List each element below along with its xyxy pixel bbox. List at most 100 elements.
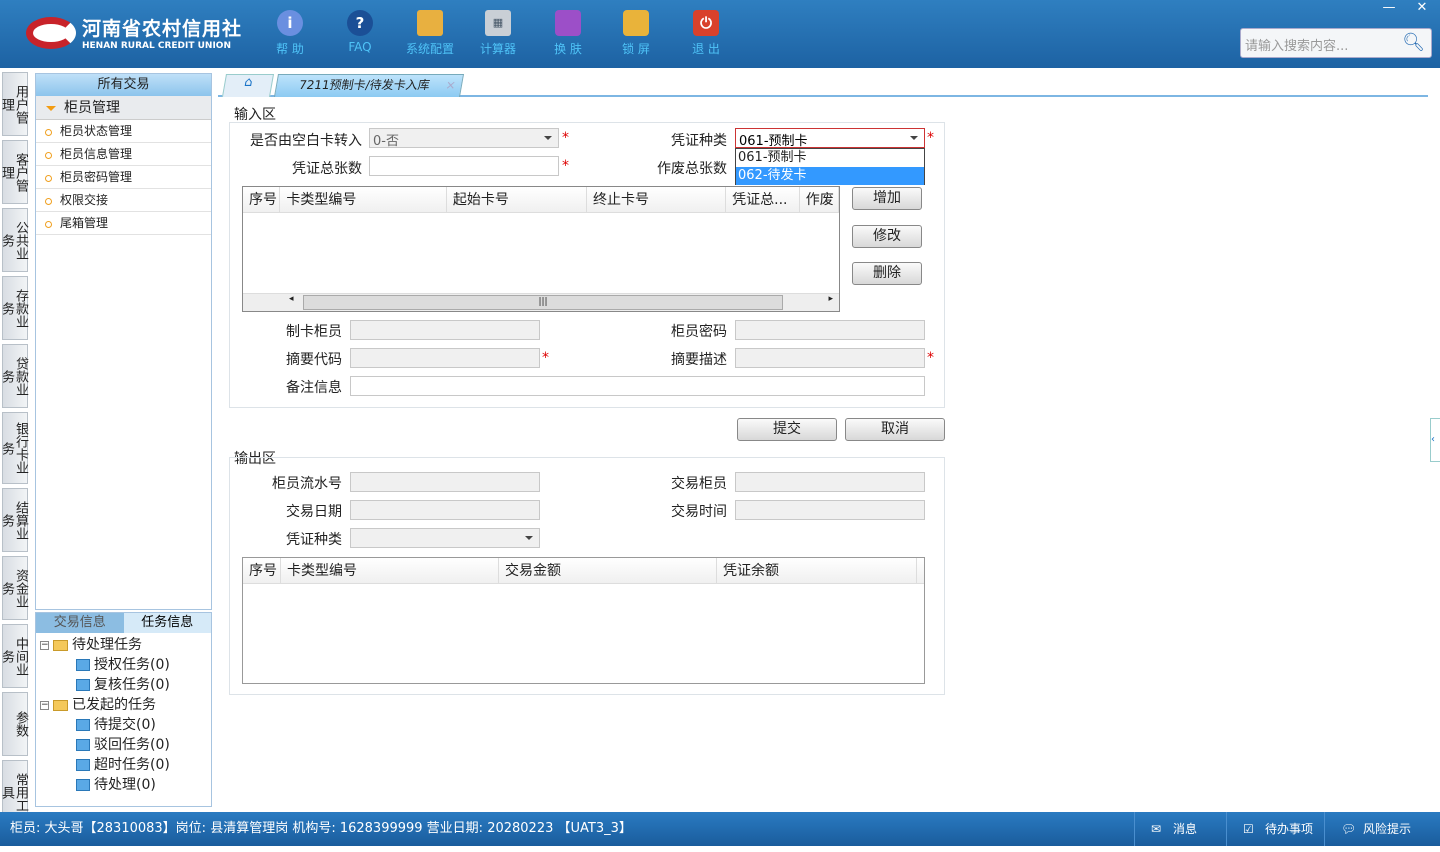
task-panel: 交易信息 任务信息 − 待处理任务 授权任务(0) 复核任务(0) − 已发起的任务 …	[35, 612, 212, 807]
date-input	[350, 500, 540, 520]
input-table: 序号 卡类型编号 起始卡号 终止卡号 凭证总... 作废 ◂ ||| ▸	[242, 186, 840, 312]
todo-button[interactable]: ☑ 待办事项	[1226, 812, 1324, 846]
sidebar-item[interactable]: 尾箱管理	[36, 212, 211, 235]
password-input[interactable]	[735, 320, 925, 340]
vtab-card[interactable]: 银行卡业务	[0, 412, 28, 484]
voucher-type-value: 061-预制卡	[739, 134, 808, 149]
node-label: 待处理(0)	[94, 777, 156, 793]
messages-button[interactable]: ✉ 消息	[1134, 812, 1226, 846]
column-header: 卡类型编号	[280, 187, 447, 212]
column-header: 起始卡号	[447, 187, 587, 212]
node-label: 待处理任务	[72, 637, 142, 653]
toolbox-icon	[417, 10, 443, 36]
summary-desc-label: 摘要描述	[671, 352, 727, 368]
scroll-thumb[interactable]: |||	[303, 295, 783, 310]
summary-code-input[interactable]	[350, 348, 540, 368]
vtab-loan[interactable]: 贷款业务	[0, 344, 28, 408]
sidebar-group-teller[interactable]: 柜员管理	[36, 96, 211, 120]
voucher-type-select[interactable]: 061-预制卡	[735, 128, 925, 149]
skin-button[interactable]: 换 肤	[538, 10, 598, 57]
void-count-label: 作废总张数	[657, 161, 727, 177]
collapse-icon[interactable]: −	[40, 700, 49, 710]
add-button[interactable]: 增加	[852, 187, 922, 210]
status-bar: 柜员: 大头哥【28310083】岗位: 县清算管理岗 机构号: 1628399…	[0, 812, 1440, 846]
vtab-deposit[interactable]: 存款业务	[0, 276, 28, 340]
sidebar-item[interactable]: 柜员状态管理	[36, 120, 211, 143]
tree-node[interactable]: 待处理(0)	[40, 775, 207, 795]
column-header: 卡类型编号	[281, 558, 499, 583]
summary-desc-input[interactable]	[735, 348, 925, 368]
search-input[interactable]: 请输入搜索内容... 🔍︎	[1240, 28, 1432, 58]
tree-node[interactable]: 待提交(0)	[40, 715, 207, 735]
input-section-title: 输入区	[234, 107, 276, 123]
search-icon[interactable]: 🔍︎	[1402, 32, 1425, 53]
required-mark: *	[927, 130, 934, 146]
tab-bar: ⌂ 7211预制卡/待发卡入库 ×	[218, 72, 1428, 97]
minimize-button[interactable]: —	[1375, 0, 1403, 15]
tab-transaction-info[interactable]: 交易信息	[36, 613, 124, 633]
note-input[interactable]	[350, 376, 925, 396]
lock-button[interactable]: 锁 屏	[606, 10, 666, 57]
calculator-icon: ▦	[485, 10, 511, 36]
cancel-button[interactable]: 取消	[845, 418, 945, 441]
checkbox-icon: ☑	[1243, 822, 1254, 836]
vtab-user[interactable]: 用户管理	[0, 72, 28, 136]
vtab-intermediate[interactable]: 中间业务	[0, 624, 28, 688]
risk-button[interactable]: 💬︎ 风险提示	[1324, 812, 1440, 846]
vtab-public[interactable]: 公共业务	[0, 208, 28, 272]
sidebar-item[interactable]: 柜员信息管理	[36, 143, 211, 166]
password-label: 柜员密码	[671, 324, 727, 340]
vtab-params[interactable]: 参数	[2, 692, 28, 756]
column-header: 序号	[243, 558, 281, 583]
tool-label: 帮 助	[276, 42, 304, 56]
dropdown-option[interactable]: 061-预制卡	[736, 149, 924, 167]
settings-button[interactable]: 系统配置	[400, 10, 460, 57]
tree-node[interactable]: 授权任务(0)	[40, 655, 207, 675]
tab-home[interactable]: ⌂	[221, 74, 275, 97]
close-tab-icon[interactable]: ×	[444, 78, 457, 92]
file-icon	[76, 739, 90, 751]
sidebar-item[interactable]: 柜员密码管理	[36, 166, 211, 189]
tree-node[interactable]: − 待处理任务	[40, 635, 207, 655]
horizontal-scrollbar[interactable]: ◂ ||| ▸	[243, 293, 839, 311]
speech-bubble-icon: 💬︎	[1341, 822, 1357, 836]
tree-node[interactable]: 超时任务(0)	[40, 755, 207, 775]
tool-label: 锁 屏	[622, 42, 650, 56]
tab-task-info[interactable]: 任务信息	[123, 613, 211, 633]
submit-button[interactable]: 提交	[737, 418, 837, 441]
vtab-settlement[interactable]: 结算业务	[0, 488, 28, 552]
module-tabs: 用户管理 客户管理 公共业务 存款业务 贷款业务 银行卡业务 结算业务 资金业务…	[0, 72, 30, 828]
tab-label: 7211预制卡/待发卡入库	[297, 78, 431, 92]
edit-button[interactable]: 修改	[852, 225, 922, 248]
delete-button[interactable]: 删除	[852, 262, 922, 285]
required-mark: *	[927, 350, 934, 366]
shirt-icon	[555, 10, 581, 36]
serial-input	[350, 472, 540, 492]
output-voucher-type-select[interactable]	[350, 528, 540, 548]
close-button[interactable]: ✕	[1408, 0, 1436, 15]
tree-node[interactable]: 复核任务(0)	[40, 675, 207, 695]
collapse-icon[interactable]: −	[40, 640, 49, 650]
scroll-left-icon[interactable]: ◂	[289, 294, 294, 304]
faq-button[interactable]: ? FAQ	[330, 10, 390, 54]
tool-label: 换 肤	[554, 42, 582, 56]
file-icon	[76, 659, 90, 671]
sidebar-item[interactable]: 权限交接	[36, 189, 211, 212]
tree-node[interactable]: − 已发起的任务	[40, 695, 207, 715]
required-mark: *	[562, 130, 569, 146]
tab-active[interactable]: 7211预制卡/待发卡入库 ×	[273, 74, 465, 97]
column-header: 序号	[243, 187, 281, 212]
help-button[interactable]: i 帮 助	[260, 10, 320, 57]
vtab-customer[interactable]: 客户管理	[0, 140, 28, 204]
total-count-input[interactable]	[369, 156, 559, 176]
maker-input[interactable]	[350, 320, 540, 340]
exit-button[interactable]: ⏻ 退 出	[676, 10, 736, 57]
blank-card-select[interactable]: 0-否	[369, 128, 559, 149]
calculator-button[interactable]: ▦ 计算器	[468, 10, 528, 57]
vtab-fund[interactable]: 资金业务	[0, 556, 28, 620]
expand-panel-icon[interactable]: ‹	[1430, 418, 1440, 462]
folder-icon	[53, 699, 68, 711]
scroll-right-icon[interactable]: ▸	[828, 294, 833, 304]
dropdown-option-selected[interactable]: 062-待发卡	[736, 167, 924, 185]
tree-node[interactable]: 驳回任务(0)	[40, 735, 207, 755]
